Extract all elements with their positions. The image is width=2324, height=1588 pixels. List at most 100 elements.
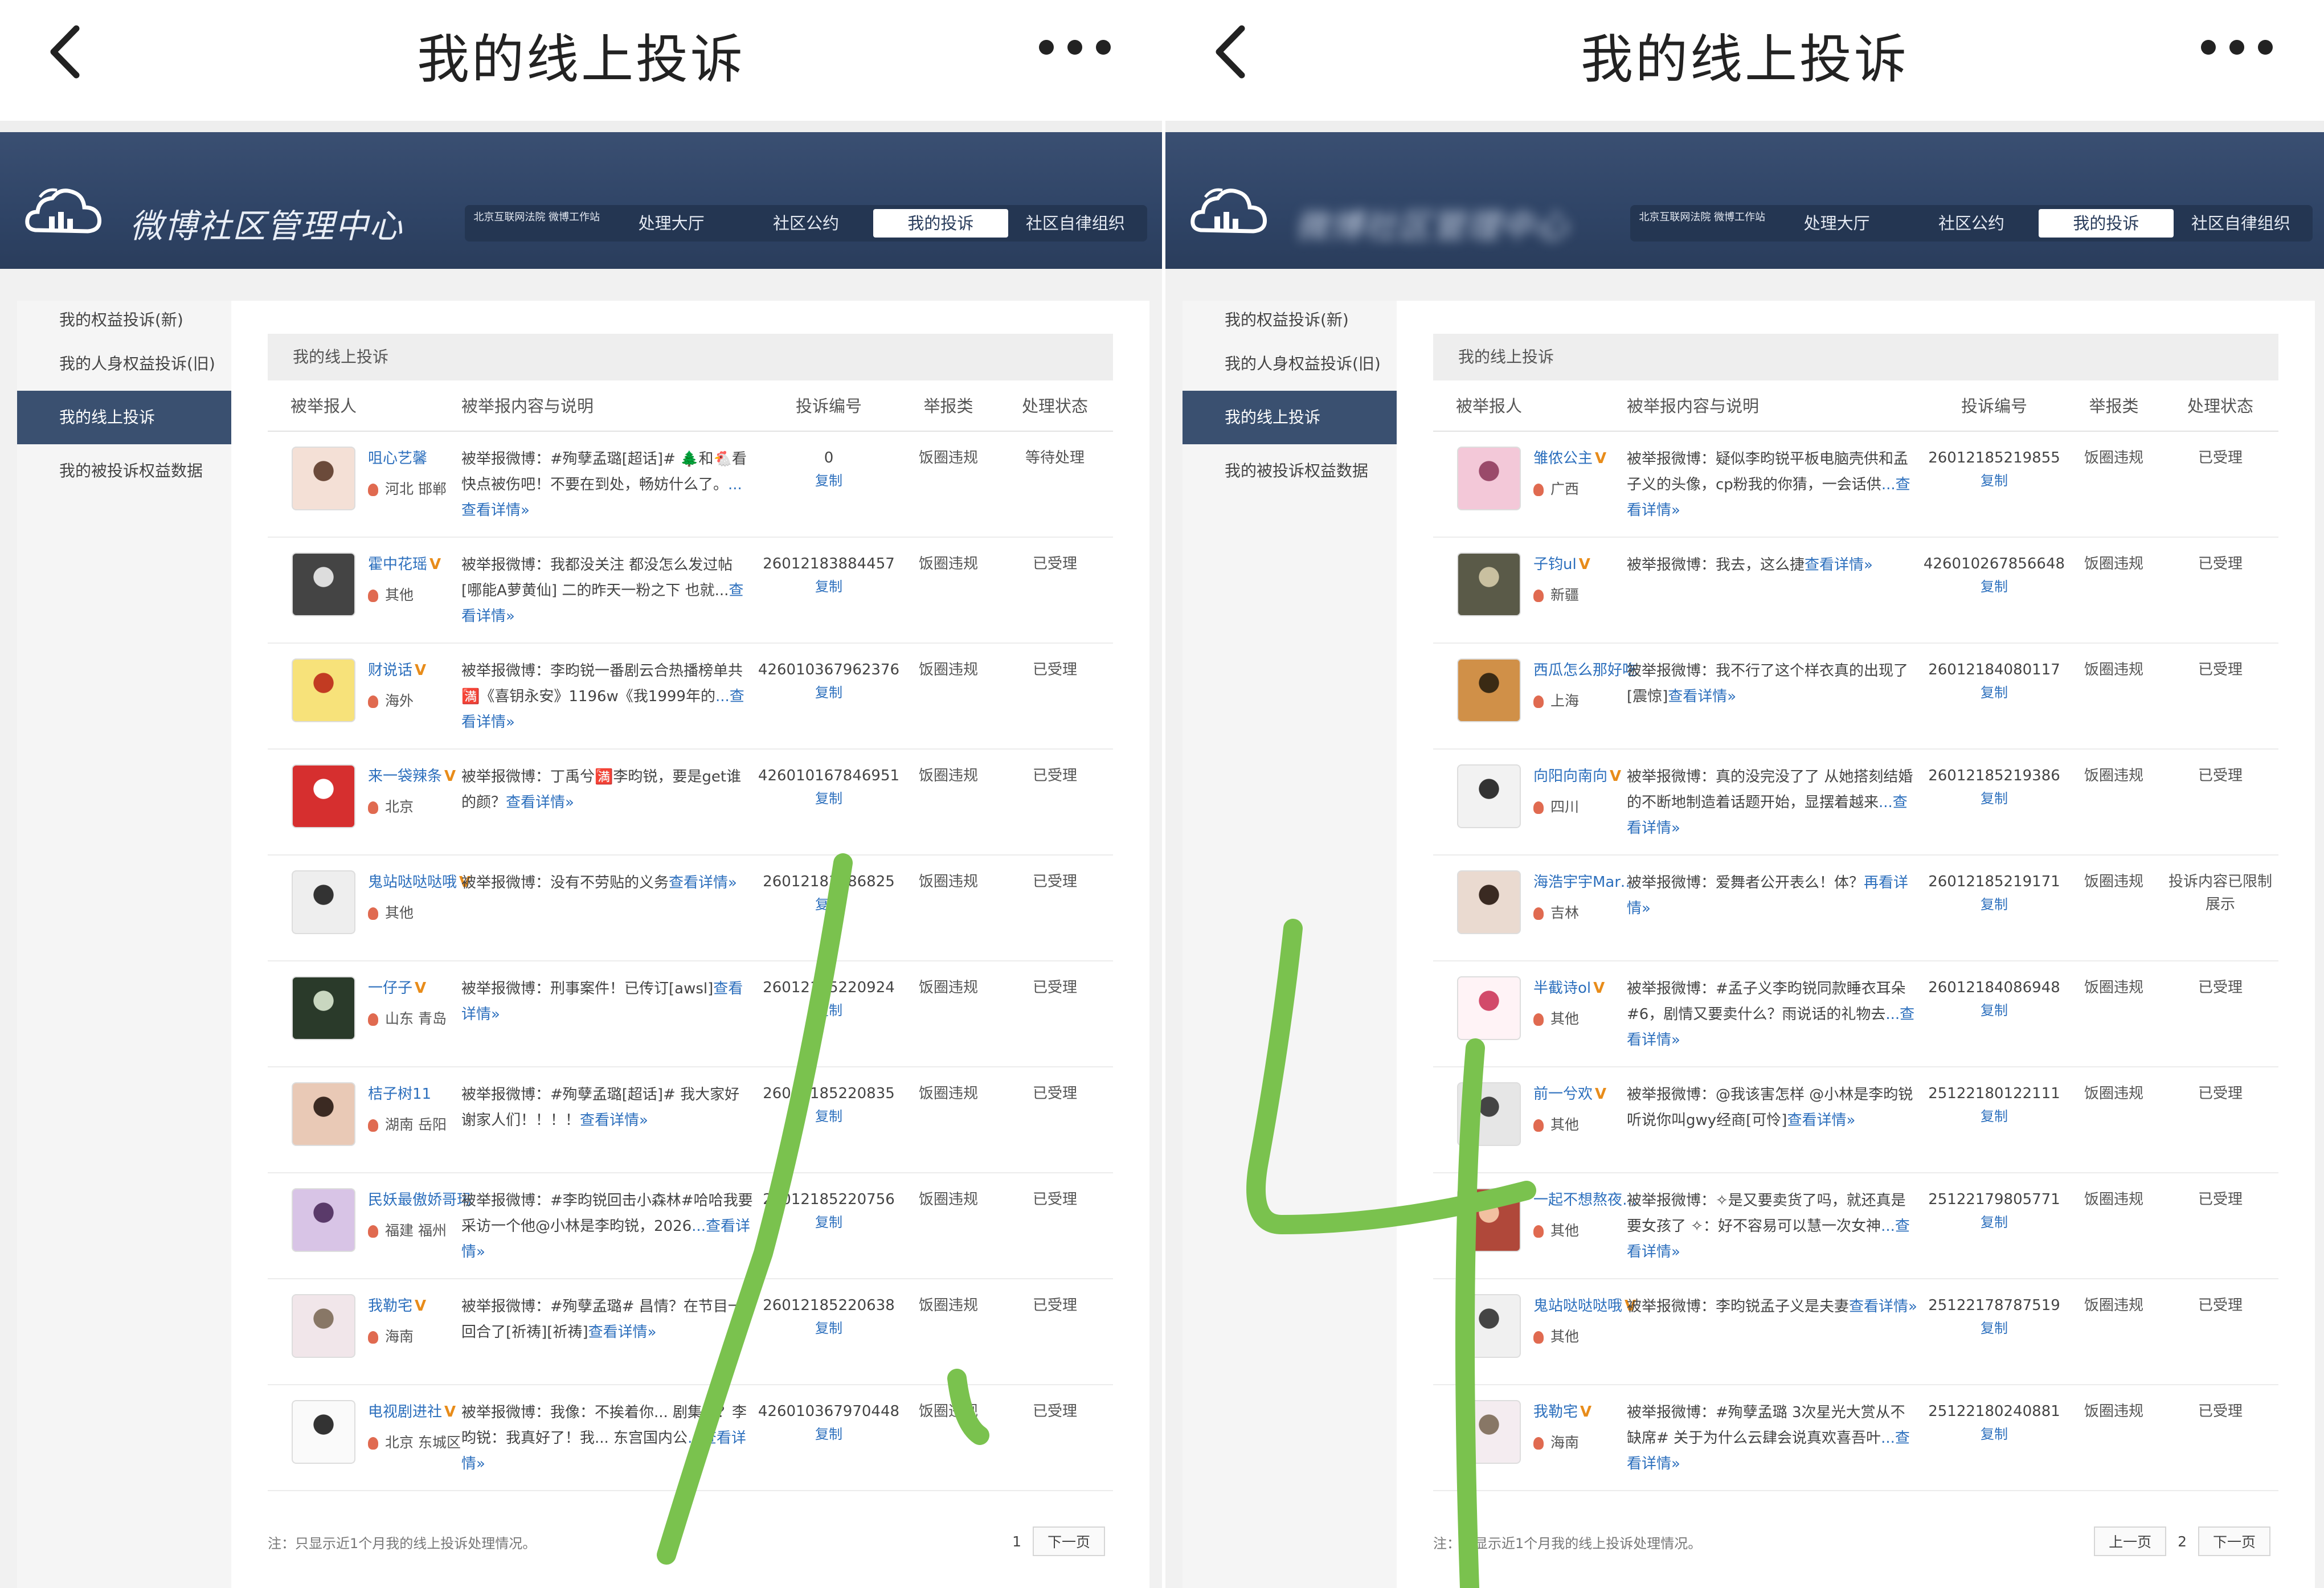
user-name-link[interactable]: 来一袋辣条 V — [368, 764, 476, 785]
avatar[interactable] — [292, 1188, 355, 1252]
avatar[interactable] — [1457, 764, 1521, 828]
user-name[interactable]: 财说话 — [368, 662, 412, 679]
user-name[interactable]: 民妖最傲娇哥玛 — [368, 1192, 472, 1209]
avatar[interactable] — [292, 764, 355, 828]
avatar[interactable] — [292, 1294, 355, 1358]
view-details-link[interactable]: 查看详情» — [669, 874, 737, 891]
user-name[interactable]: 鬼站哒哒哒哦 — [1533, 1298, 1622, 1315]
user-name[interactable]: 霍中花瑶 — [368, 556, 427, 573]
user-name-link[interactable]: 半截诗ol V — [1533, 976, 1642, 997]
avatar[interactable] — [1457, 976, 1521, 1040]
user-name-link[interactable]: 一起不想熬夜啦V — [1533, 1188, 1642, 1209]
user-name-link[interactable]: 海浩宇宇Marg...V — [1533, 870, 1642, 891]
user-name-link[interactable]: 雏侬公主 V — [1533, 447, 1642, 468]
copy-link[interactable]: 复制 — [758, 1105, 900, 1128]
view-details-link[interactable]: 查看详情» — [1805, 556, 1873, 574]
user-name[interactable]: 海浩宇宇Marg... — [1533, 874, 1642, 891]
user-name[interactable]: 鬼站哒哒哒哦 — [368, 874, 457, 891]
copy-link[interactable]: 复制 — [1923, 1211, 2065, 1234]
user-name[interactable]: 前一兮欢 — [1533, 1086, 1593, 1103]
user-name-link[interactable]: 民妖最傲娇哥玛 — [368, 1188, 476, 1209]
nav-my-complaints[interactable]: 我的投诉 — [2039, 209, 2174, 238]
copy-link[interactable]: 复制 — [1923, 1105, 2065, 1128]
user-name-link[interactable]: 向阳向南向 V — [1533, 764, 1642, 785]
user-name[interactable]: 西瓜怎么那好吃 — [1533, 662, 1637, 679]
copy-link[interactable]: 复制 — [758, 893, 900, 916]
copy-link[interactable]: 复制 — [1923, 575, 2065, 598]
nav-court[interactable]: 北京互联网法院 微博工作站 — [469, 209, 604, 238]
sidebar-item-online[interactable]: 我的线上投诉 — [17, 391, 231, 444]
copy-link[interactable]: 复制 — [758, 787, 900, 810]
nav-self-discipline[interactable]: 社区自律组织 — [2174, 209, 2308, 238]
avatar[interactable] — [292, 552, 355, 616]
user-name[interactable]: 子钧ul — [1533, 556, 1577, 573]
nav-convention[interactable]: 社区公约 — [1904, 209, 2039, 238]
sidebar-item-rights-new[interactable]: 我的权益投诉(新) — [1183, 303, 1397, 337]
view-details-link[interactable]: 查看详情» — [506, 794, 574, 811]
user-name[interactable]: 我勒宅 — [1533, 1403, 1578, 1421]
view-details-link[interactable]: 查看详情» — [1668, 688, 1736, 705]
sidebar-item-complained-data[interactable]: 我的被投诉权益数据 — [1183, 444, 1397, 498]
user-name[interactable]: 向阳向南向 — [1533, 768, 1607, 785]
nav-hall[interactable]: 处理大厅 — [1769, 209, 1904, 238]
user-name[interactable]: 来一袋辣条 — [368, 768, 442, 785]
more-dots-icon[interactable] — [2201, 40, 2273, 55]
user-name-link[interactable]: 鬼站哒哒哒哦 V — [368, 870, 476, 891]
user-name[interactable]: 桔子树11 — [368, 1086, 431, 1103]
copy-link[interactable]: 复制 — [758, 469, 900, 492]
user-name[interactable]: 半截诗ol — [1533, 980, 1591, 997]
user-name-link[interactable]: 西瓜怎么那好吃 — [1533, 658, 1642, 680]
nav-court[interactable]: 北京互联网法院 微博工作站 — [1635, 209, 1769, 238]
user-name-link[interactable]: 桔子树11 — [368, 1082, 476, 1103]
copy-link[interactable]: 复制 — [1923, 1317, 2065, 1340]
avatar[interactable] — [1457, 658, 1521, 722]
avatar[interactable] — [1457, 1188, 1521, 1252]
user-name[interactable]: 我勒宅 — [368, 1298, 412, 1315]
copy-link[interactable]: 复制 — [758, 575, 900, 598]
avatar[interactable] — [1457, 1082, 1521, 1146]
next-page-button[interactable]: 下一页 — [1032, 1526, 1105, 1556]
copy-link[interactable]: 复制 — [758, 1317, 900, 1340]
copy-link[interactable]: 复制 — [1923, 1423, 2065, 1446]
view-details-link[interactable]: 查看详情» — [1787, 1112, 1855, 1129]
user-name-link[interactable]: 我勒宅 V — [1533, 1400, 1642, 1421]
nav-self-discipline[interactable]: 社区自律组织 — [1008, 209, 1143, 238]
copy-link[interactable]: 复制 — [1923, 681, 2065, 704]
view-details-link[interactable]: 查看详情» — [580, 1112, 648, 1129]
user-name[interactable]: 咀心艺馨 — [368, 450, 427, 467]
copy-link[interactable]: 复制 — [1923, 893, 2065, 916]
view-details-link[interactable]: 查看详情» — [1849, 1298, 1917, 1315]
user-name[interactable]: 雏侬公主 — [1533, 450, 1593, 467]
more-dots-icon[interactable] — [1039, 40, 1111, 55]
copy-link[interactable]: 复制 — [758, 1423, 900, 1446]
user-name-link[interactable]: 咀心艺馨 — [368, 447, 476, 468]
sidebar-item-rights-old[interactable]: 我的人身权益投诉(旧) — [1183, 337, 1397, 391]
copy-link[interactable]: 复制 — [1923, 469, 2065, 492]
copy-link[interactable]: 复制 — [1923, 999, 2065, 1022]
avatar[interactable] — [292, 658, 355, 722]
view-details-link[interactable]: 查看详情» — [588, 1324, 657, 1341]
copy-link[interactable]: 复制 — [1923, 787, 2065, 810]
avatar[interactable] — [292, 447, 355, 510]
page-number[interactable]: 2 — [2178, 1533, 2187, 1550]
avatar[interactable] — [1457, 552, 1521, 616]
next-page-button[interactable]: 下一页 — [2198, 1526, 2270, 1556]
avatar[interactable] — [292, 870, 355, 934]
user-name-link[interactable]: 鬼站哒哒哒哦 V — [1533, 1294, 1642, 1315]
sidebar-item-rights-new[interactable]: 我的权益投诉(新) — [17, 303, 231, 337]
nav-my-complaints[interactable]: 我的投诉 — [873, 209, 1008, 238]
avatar[interactable] — [1457, 1294, 1521, 1358]
sidebar-item-online[interactable]: 我的线上投诉 — [1183, 391, 1397, 444]
nav-hall[interactable]: 处理大厅 — [604, 209, 738, 238]
prev-page-button[interactable]: 上一页 — [2094, 1526, 2167, 1556]
avatar[interactable] — [292, 1082, 355, 1146]
copy-link[interactable]: 复制 — [758, 1211, 900, 1234]
user-name-link[interactable]: 前一兮欢 V — [1533, 1082, 1642, 1103]
user-name-link[interactable]: 财说话 V — [368, 658, 476, 680]
user-name[interactable]: 一仔子 — [368, 980, 412, 997]
user-name-link[interactable]: 霍中花瑶 V — [368, 552, 476, 574]
avatar[interactable] — [292, 1400, 355, 1464]
user-name-link[interactable]: 电视剧进社 V — [368, 1400, 476, 1421]
sidebar-item-rights-old[interactable]: 我的人身权益投诉(旧) — [17, 337, 231, 391]
user-name[interactable]: 电视剧进社 — [368, 1403, 442, 1421]
